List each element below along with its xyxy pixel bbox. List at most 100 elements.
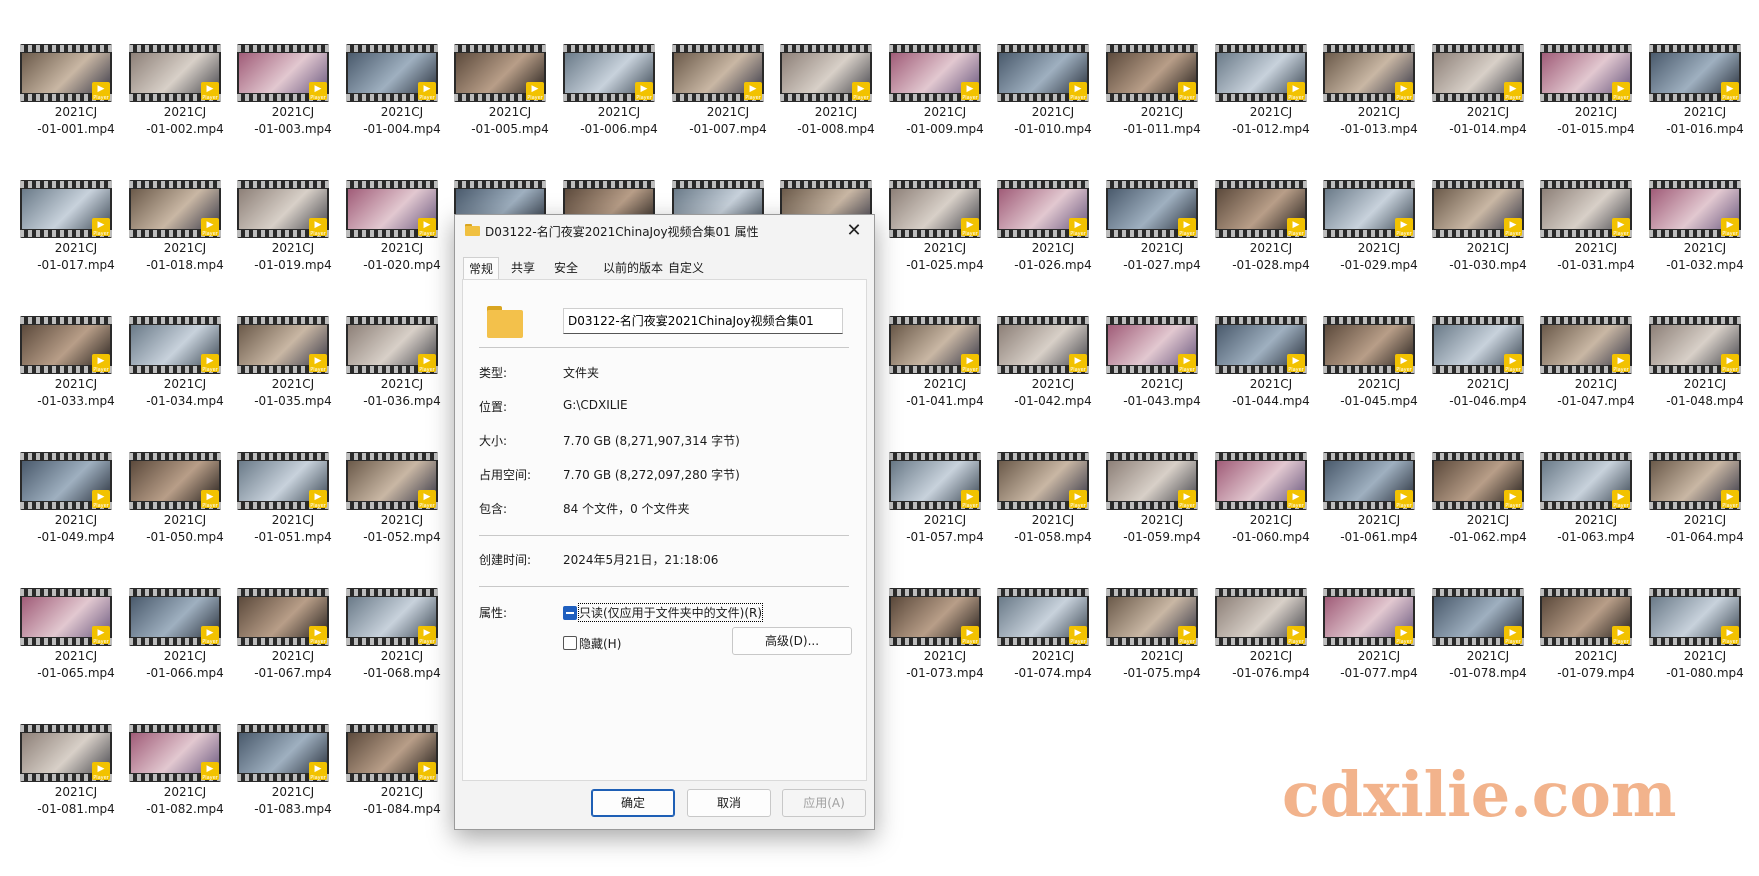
file-item[interactable]: ▶ Player 2021CJ -01-075.mp4 (1096, 544, 1204, 680)
file-item[interactable]: ▶ Player 2021CJ -01-064.mp4 (1639, 408, 1747, 544)
readonly-label[interactable]: 只读(仅应用于文件夹中的文件)(R) (577, 603, 764, 622)
video-thumbnail: ▶Player (780, 44, 872, 102)
file-item[interactable]: ▶ Player 2021CJ -01-061.mp4 (1313, 408, 1421, 544)
file-item[interactable]: ▶ Player 2021CJ -01-014.mp4 (1422, 0, 1530, 136)
contains-value: 84 个文件，0 个文件夹 (563, 502, 690, 516)
ok-button[interactable]: 确定 (591, 789, 675, 817)
file-item[interactable]: ▶ Player 2021CJ -01-006.mp4 (553, 0, 661, 136)
video-thumbnail: ▶Player (1432, 316, 1524, 374)
close-button[interactable]: ✕ (834, 215, 874, 247)
player-badge-icon: ▶Player (1612, 354, 1630, 373)
file-item[interactable]: ▶ Player 2021CJ -01-034.mp4 (119, 272, 227, 408)
file-item[interactable]: ▶ Player 2021CJ -01-073.mp4 (879, 544, 987, 680)
file-item[interactable]: ▶ Player 2021CJ -01-016.mp4 (1639, 0, 1747, 136)
file-item[interactable]: ▶ Player 2021CJ -01-029.mp4 (1313, 136, 1421, 272)
file-item[interactable]: ▶ Player 2021CJ -01-046.mp4 (1422, 272, 1530, 408)
file-item[interactable]: ▶ Player 2021CJ -01-067.mp4 (227, 544, 335, 680)
tab-previous-versions[interactable]: 以前的版本 (598, 257, 668, 279)
player-badge-icon: ▶Player (92, 762, 110, 781)
dialog-titlebar[interactable]: D03122-名门夜宴2021ChinaJoy视频合集01 属性 ✕ (455, 215, 874, 247)
file-item[interactable]: ▶ Player 2021CJ -01-003.mp4 (227, 0, 335, 136)
player-badge-icon: ▶Player (1287, 82, 1305, 101)
file-item[interactable]: ▶ Player 2021CJ -01-083.mp4 (227, 680, 335, 816)
created-label: 创建时间: (479, 553, 532, 567)
file-item[interactable]: ▶ Player 2021CJ -01-052.mp4 (336, 408, 444, 544)
folder-name-input[interactable] (563, 308, 843, 334)
file-item[interactable]: ▶ Player 2021CJ -01-007.mp4 (662, 0, 770, 136)
file-item[interactable]: ▶ Player 2021CJ -01-008.mp4 (770, 0, 878, 136)
player-badge-icon: ▶Player (201, 82, 219, 101)
file-item[interactable]: ▶ Player 2021CJ -01-031.mp4 (1530, 136, 1638, 272)
file-item[interactable]: ▶ Player 2021CJ -01-020.mp4 (336, 136, 444, 272)
file-item[interactable]: ▶ Player 2021CJ -01-076.mp4 (1205, 544, 1313, 680)
tab-customize[interactable]: 自定义 (663, 257, 709, 279)
file-item[interactable]: ▶ Player 2021CJ -01-009.mp4 (879, 0, 987, 136)
film-strip (1323, 589, 1415, 596)
file-item[interactable]: ▶ Player 2021CJ -01-079.mp4 (1530, 544, 1638, 680)
video-thumbnail: ▶Player (346, 44, 438, 102)
file-item[interactable]: ▶ Player 2021CJ -01-041.mp4 (879, 272, 987, 408)
file-item[interactable]: ▶ Player 2021CJ -01-050.mp4 (119, 408, 227, 544)
player-badge-icon: ▶Player (92, 354, 110, 373)
file-item[interactable]: ▶ Player 2021CJ -01-030.mp4 (1422, 136, 1530, 272)
file-item[interactable]: ▶ Player 2021CJ -01-049.mp4 (10, 408, 118, 544)
tab-sharing[interactable]: 共享 (506, 257, 540, 279)
file-item[interactable]: ▶ Player 2021CJ -01-012.mp4 (1205, 0, 1313, 136)
file-item[interactable]: ▶ Player 2021CJ -01-001.mp4 (10, 0, 118, 136)
file-item[interactable]: ▶ Player 2021CJ -01-042.mp4 (987, 272, 1095, 408)
hidden-label[interactable]: 隐藏(H) (579, 635, 621, 652)
file-item[interactable]: ▶ Player 2021CJ -01-018.mp4 (119, 136, 227, 272)
file-item[interactable]: ▶ Player 2021CJ -01-066.mp4 (119, 544, 227, 680)
file-item[interactable]: ▶ Player 2021CJ -01-074.mp4 (987, 544, 1095, 680)
file-item[interactable]: ▶ Player 2021CJ -01-036.mp4 (336, 272, 444, 408)
file-item[interactable]: ▶ Player 2021CJ -01-059.mp4 (1096, 408, 1204, 544)
file-item[interactable]: ▶ Player 2021CJ -01-048.mp4 (1639, 272, 1747, 408)
file-item[interactable]: ▶ Player 2021CJ -01-063.mp4 (1530, 408, 1638, 544)
file-item[interactable]: ▶ Player 2021CJ -01-035.mp4 (227, 272, 335, 408)
file-item[interactable]: ▶ Player 2021CJ -01-019.mp4 (227, 136, 335, 272)
file-item[interactable]: ▶ Player 2021CJ -01-084.mp4 (336, 680, 444, 816)
file-item[interactable]: ▶ Player 2021CJ -01-011.mp4 (1096, 0, 1204, 136)
file-item[interactable]: ▶ Player 2021CJ -01-027.mp4 (1096, 136, 1204, 272)
readonly-checkbox[interactable] (563, 606, 577, 620)
file-item[interactable]: ▶ Player 2021CJ -01-004.mp4 (336, 0, 444, 136)
file-item[interactable]: ▶ Player 2021CJ -01-013.mp4 (1313, 0, 1421, 136)
file-item[interactable]: ▶ Player 2021CJ -01-017.mp4 (10, 136, 118, 272)
file-item[interactable]: ▶ Player 2021CJ -01-015.mp4 (1530, 0, 1638, 136)
file-item[interactable]: ▶ Player 2021CJ -01-082.mp4 (119, 680, 227, 816)
file-item[interactable]: ▶ Player 2021CJ -01-065.mp4 (10, 544, 118, 680)
player-badge-icon: ▶Player (1721, 626, 1739, 645)
cancel-button[interactable]: 取消 (687, 789, 771, 817)
file-item[interactable]: ▶ Player 2021CJ -01-045.mp4 (1313, 272, 1421, 408)
created-value: 2024年5月21日，21:18:06 (563, 553, 719, 567)
file-item[interactable]: ▶ Player 2021CJ -01-010.mp4 (987, 0, 1095, 136)
file-item[interactable]: ▶ Player 2021CJ -01-032.mp4 (1639, 136, 1747, 272)
file-item[interactable]: ▶ Player 2021CJ -01-081.mp4 (10, 680, 118, 816)
file-item[interactable]: ▶ Player 2021CJ -01-002.mp4 (119, 0, 227, 136)
video-thumbnail: ▶Player (20, 452, 112, 510)
file-item[interactable]: ▶ Player 2021CJ -01-028.mp4 (1205, 136, 1313, 272)
file-item[interactable]: ▶ Player 2021CJ -01-025.mp4 (879, 136, 987, 272)
file-item[interactable]: ▶ Player 2021CJ -01-080.mp4 (1639, 544, 1747, 680)
film-strip (997, 45, 1089, 52)
file-item[interactable]: ▶ Player 2021CJ -01-044.mp4 (1205, 272, 1313, 408)
file-item[interactable]: ▶ Player 2021CJ -01-058.mp4 (987, 408, 1095, 544)
advanced-button[interactable]: 高级(D)... (732, 627, 852, 655)
tab-security[interactable]: 安全 (549, 257, 583, 279)
video-thumbnail: ▶Player (1432, 452, 1524, 510)
file-item[interactable]: ▶ Player 2021CJ -01-051.mp4 (227, 408, 335, 544)
file-item[interactable]: ▶ Player 2021CJ -01-026.mp4 (987, 136, 1095, 272)
file-item[interactable]: ▶ Player 2021CJ -01-062.mp4 (1422, 408, 1530, 544)
file-item[interactable]: ▶ Player 2021CJ -01-043.mp4 (1096, 272, 1204, 408)
file-item[interactable]: ▶ Player 2021CJ -01-078.mp4 (1422, 544, 1530, 680)
file-item[interactable]: ▶ Player 2021CJ -01-068.mp4 (336, 544, 444, 680)
hidden-checkbox[interactable] (563, 636, 577, 650)
tab-general[interactable]: 常规 (463, 257, 500, 281)
file-item[interactable]: ▶ Player 2021CJ -01-033.mp4 (10, 272, 118, 408)
file-item[interactable]: ▶ Player 2021CJ -01-005.mp4 (444, 0, 552, 136)
apply-button[interactable]: 应用(A) (782, 789, 866, 817)
file-item[interactable]: ▶ Player 2021CJ -01-077.mp4 (1313, 544, 1421, 680)
file-item[interactable]: ▶ Player 2021CJ -01-047.mp4 (1530, 272, 1638, 408)
file-item[interactable]: ▶ Player 2021CJ -01-060.mp4 (1205, 408, 1313, 544)
file-item[interactable]: ▶ Player 2021CJ -01-057.mp4 (879, 408, 987, 544)
